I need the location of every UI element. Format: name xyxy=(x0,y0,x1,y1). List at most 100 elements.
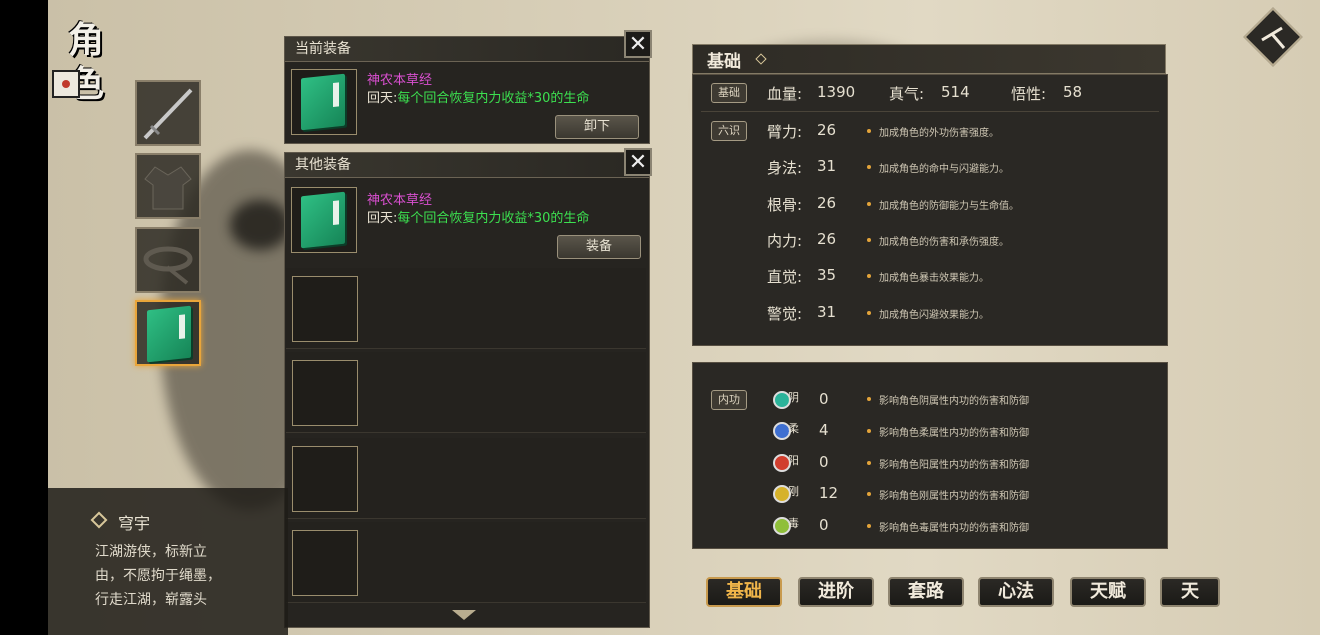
diamond-icon xyxy=(755,53,767,65)
equip-slot-book[interactable] xyxy=(135,300,201,366)
six-stat-desc: 加成角色的伤害和承伤强度。 xyxy=(879,237,1009,248)
left-black-bar xyxy=(0,0,48,635)
element-value: 0 xyxy=(819,516,829,534)
six-stat-desc: 加成角色的外功伤害强度。 xyxy=(879,128,999,139)
element-desc: 影响角色毒属性内功的伤害和防御 xyxy=(879,523,1029,534)
element-desc: 影响角色刚属性内功的伤害和防御 xyxy=(879,491,1029,502)
six-stat-value: 35 xyxy=(817,266,837,284)
divider xyxy=(701,111,1159,112)
empty-item-slot[interactable] xyxy=(292,360,358,426)
close-icon xyxy=(1261,26,1286,49)
other-item-effect-text: 每个回合恢复内力收益*30的生命 xyxy=(397,211,590,226)
other-item-icon-frame[interactable] xyxy=(291,187,357,253)
bullet-icon xyxy=(867,524,871,528)
equip-slot-armor[interactable] xyxy=(135,153,201,219)
six-stat-value: 31 xyxy=(817,303,837,321)
six-stat-desc: 加成角色的命中与闪避能力。 xyxy=(879,164,1009,175)
empty-item-row xyxy=(286,522,646,603)
qi-value: 514 xyxy=(941,83,970,101)
character-bio-line: 行走江湖，崭露头 xyxy=(95,592,207,608)
wuxing-label: 悟性: xyxy=(1011,85,1047,103)
other-item-name: 神农本草经 xyxy=(367,193,433,208)
bullet-icon xyxy=(867,492,871,496)
element-desc: 影响角色柔属性内功的伤害和防御 xyxy=(879,428,1029,439)
element-char: 刚 xyxy=(788,485,799,498)
close-current-equipment-button[interactable]: ✕ xyxy=(624,30,652,58)
hp-label: 血量: xyxy=(767,85,803,103)
element-char: 毒 xyxy=(788,517,799,530)
empty-item-slot[interactable] xyxy=(292,530,358,596)
six-stat-value: 26 xyxy=(817,230,837,248)
six-stat-value: 26 xyxy=(817,121,837,139)
hp-value: 1390 xyxy=(817,83,856,101)
empty-item-row xyxy=(286,268,646,349)
current-item-effect: 回天:每个回合恢复内力收益*30的生命 xyxy=(367,87,589,106)
other-equipment-header: 其他装备 xyxy=(285,153,649,178)
current-equipment-panel: 当前装备 神农本草经 回天:每个回合恢复内力收益*30的生命 卸下 xyxy=(284,36,650,144)
other-item-effect-prefix: 回天: xyxy=(367,211,398,226)
character-bio-line: 由，不愿拘于绳墨， xyxy=(95,568,221,584)
element-char: 阴 xyxy=(788,391,799,404)
equip-slot-accessory[interactable] xyxy=(135,227,201,293)
empty-item-slot[interactable] xyxy=(292,446,358,512)
six-stat-label: 根骨: xyxy=(767,196,803,214)
other-item-effect: 回天:每个回合恢复内力收益*30的生命 xyxy=(367,207,589,226)
character-bio-line: 江湖游侠，标新立 xyxy=(95,544,207,560)
equip-slot-weapon[interactable] xyxy=(135,80,201,146)
element-desc: 影响角色阴属性内功的伤害和防御 xyxy=(879,396,1029,407)
element-value: 12 xyxy=(819,484,839,502)
current-item-effect-text: 每个回合恢复内力收益*30的生命 xyxy=(397,91,590,106)
ink-character-silhouette xyxy=(230,200,290,250)
robe-icon xyxy=(144,166,192,210)
bullet-icon xyxy=(867,461,871,465)
close-other-equipment-button[interactable]: ✕ xyxy=(624,148,652,176)
tab-basic[interactable]: 基础 xyxy=(706,577,782,607)
equip-button[interactable]: 装备 xyxy=(557,235,641,259)
current-item-effect-prefix: 回天: xyxy=(367,91,398,106)
character-bio: 江湖游侠，标新立 由，不愿拘于绳墨， 行走江湖，崭露头 xyxy=(95,540,221,612)
element-value: 0 xyxy=(819,390,829,408)
empty-item-row xyxy=(286,438,646,519)
current-item-name: 神农本草经 xyxy=(367,73,433,88)
element-value: 0 xyxy=(819,453,829,471)
tab-partial[interactable]: 天 xyxy=(1160,577,1220,607)
neigong-tag: 内功 xyxy=(711,390,747,410)
bullet-icon xyxy=(867,129,871,133)
six-stat-desc: 加成角色的防御能力与生命值。 xyxy=(879,201,1019,212)
character-name: 穹宇 xyxy=(118,514,151,533)
unequip-button[interactable]: 卸下 xyxy=(555,115,639,139)
tab-advanced[interactable]: 进阶 xyxy=(798,577,874,607)
green-book-icon xyxy=(147,305,191,363)
six-stat-value: 31 xyxy=(817,157,837,175)
bullet-icon xyxy=(867,311,871,315)
bullet-icon xyxy=(867,397,871,401)
element-desc: 影响角色阳属性内功的伤害和防御 xyxy=(879,460,1029,471)
six-stat-value: 26 xyxy=(817,194,837,212)
six-stat-desc: 加成角色闪避效果能力。 xyxy=(879,310,989,321)
bullet-icon xyxy=(867,202,871,206)
scroll-down-icon[interactable] xyxy=(452,610,476,620)
current-item-icon-frame[interactable] xyxy=(291,69,357,135)
current-equipment-header: 当前装备 xyxy=(285,37,649,62)
bullet-icon xyxy=(867,274,871,278)
game-screen: 角色 当前装备 神农本草经 回天:每个回合恢复内力收益*30的生命 卸下 ✕ 其… xyxy=(0,0,1320,635)
element-char: 柔 xyxy=(788,422,799,435)
six-senses-tag: 六识 xyxy=(711,121,747,141)
exit-button[interactable] xyxy=(1243,7,1303,67)
green-book-icon xyxy=(301,73,345,131)
qi-label: 真气: xyxy=(889,85,925,103)
basic-header-bar: 基础 xyxy=(692,44,1166,74)
empty-item-row xyxy=(286,352,646,433)
bullet-icon xyxy=(867,238,871,242)
bullet-icon xyxy=(867,165,871,169)
tab-mind-method[interactable]: 心法 xyxy=(978,577,1054,607)
tab-talent[interactable]: 天赋 xyxy=(1070,577,1146,607)
belt-icon xyxy=(143,246,193,285)
basic-header-title: 基础 xyxy=(707,52,741,72)
basic-tag: 基础 xyxy=(711,83,747,103)
empty-item-slot[interactable] xyxy=(292,276,358,342)
tab-routines[interactable]: 套路 xyxy=(888,577,964,607)
basic-stats-panel: 基础 血量: 1390 真气: 514 悟性: 58 六识 臂力: 26 加成角… xyxy=(692,74,1168,346)
six-stat-label: 警觉: xyxy=(767,305,803,323)
bullet-icon xyxy=(867,429,871,433)
